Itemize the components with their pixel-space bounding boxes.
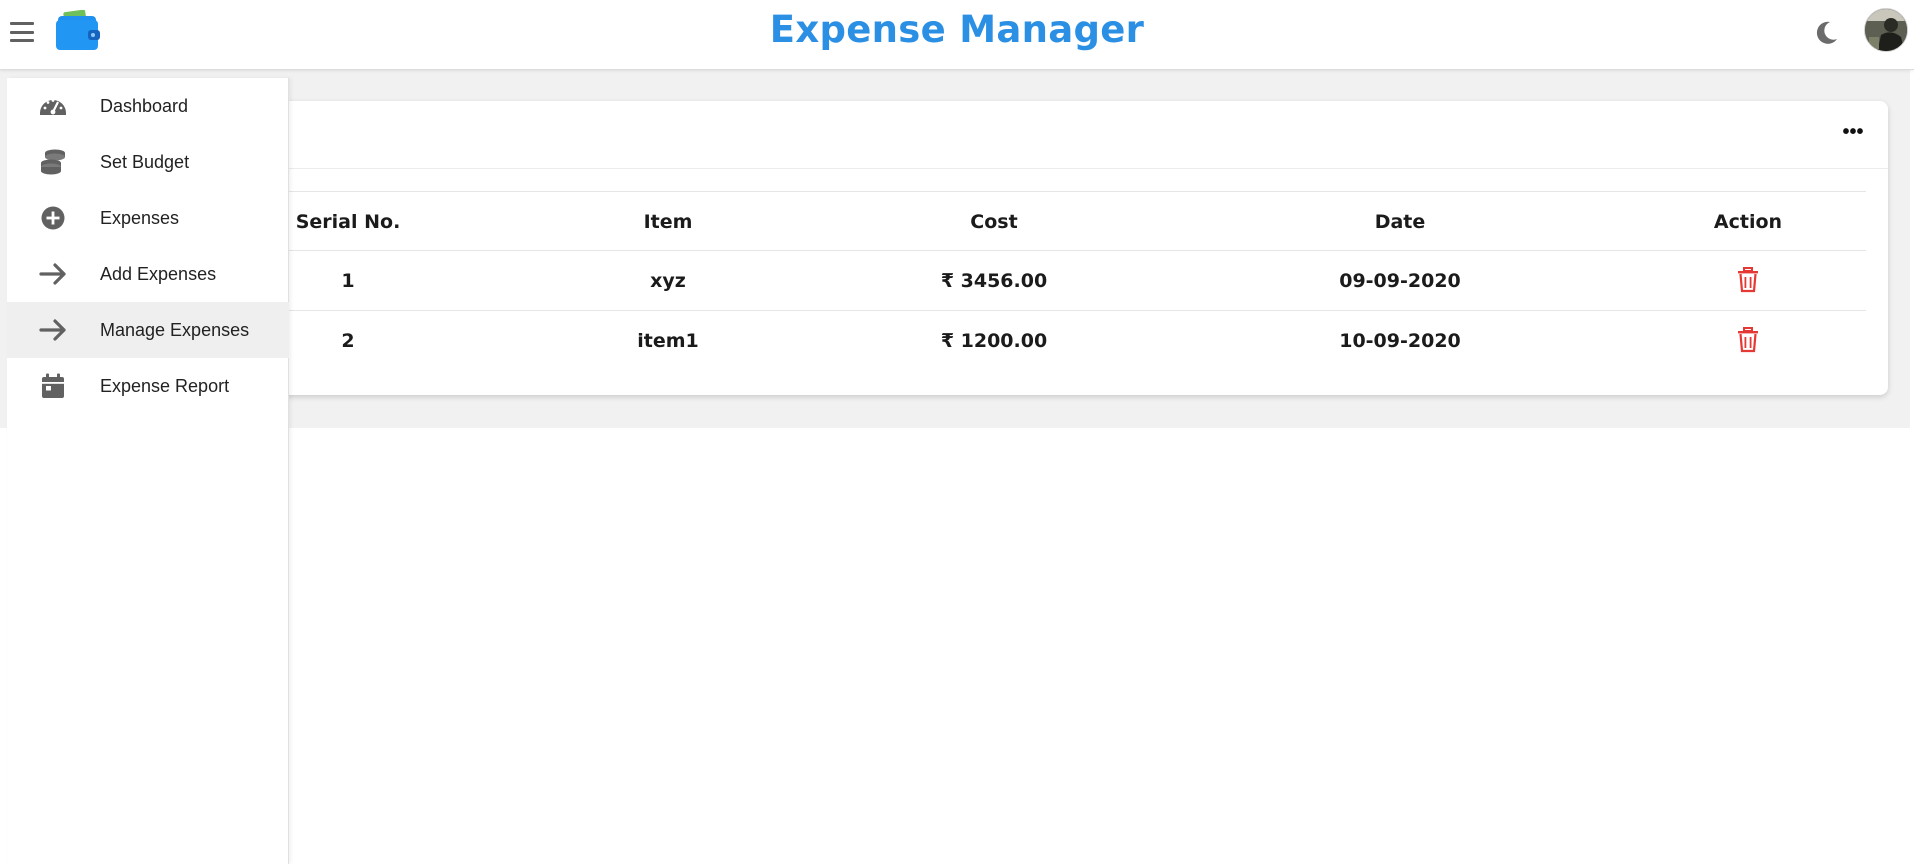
cell-date: 10-09-2020 [1339, 330, 1461, 352]
column-header-date: Date [1374, 211, 1426, 233]
sidebar-item-set-budget[interactable]: Set Budget [7, 134, 289, 190]
more-horizontal-icon[interactable]: ••• [1840, 122, 1866, 147]
card-header: ••• [110, 101, 1888, 169]
sidebar-item-label: Expenses [100, 208, 180, 228]
sidebar-item-dashboard[interactable]: Dashboard [7, 78, 289, 134]
table-row: 1 xyz ₹ 3456.00 09-09-2020 [132, 251, 1866, 311]
column-header-serial: Serial No. [295, 211, 401, 233]
plus-circle-icon [41, 206, 65, 230]
sidebar-item-expense-report[interactable]: Expense Report [7, 358, 289, 414]
cell-serial: 2 [341, 330, 355, 352]
app-title: Expense Manager [769, 8, 1145, 51]
table-header-row: Serial No. Item Cost Date Action [132, 191, 1866, 251]
column-header-cost: Cost [970, 211, 1018, 233]
arrow-right-icon [39, 263, 66, 285]
table-row: 2 item1 ₹ 1200.00 10-09-2020 [132, 311, 1866, 371]
column-header-item: Item [643, 211, 693, 233]
trash-icon[interactable] [1737, 266, 1759, 293]
cell-date: 09-09-2020 [1339, 270, 1461, 292]
cell-action [1737, 251, 1759, 311]
moon-icon[interactable] [1812, 19, 1840, 47]
coins-stack-icon [41, 149, 65, 175]
sidebar-item-manage-expenses[interactable]: Manage Expenses [7, 302, 289, 358]
cell-action [1737, 311, 1759, 371]
cell-serial: 1 [341, 270, 355, 292]
sidebar-item-label: Manage Expenses [100, 320, 250, 340]
expenses-card: ••• Serial No. Item Cost Date Action 1 x… [110, 101, 1888, 395]
trash-icon[interactable] [1737, 326, 1759, 353]
cell-cost: ₹ 3456.00 [940, 270, 1048, 292]
arrow-right-icon [39, 319, 66, 341]
expenses-table: Serial No. Item Cost Date Action 1 xyz ₹… [132, 191, 1866, 371]
speedometer-icon [40, 99, 66, 115]
sidebar-item-add-expenses[interactable]: Add Expenses [7, 246, 289, 302]
cell-item: xyz [650, 270, 686, 292]
top-app-bar: Expense Manager [0, 0, 1914, 70]
sidebar-drawer: Dashboard Set Budget Expenses Add Expens… [7, 78, 289, 864]
sidebar-item-label: Dashboard [100, 96, 189, 116]
sidebar-item-label: Set Budget [100, 152, 190, 172]
sidebar-item-label: Add Expenses [100, 264, 217, 284]
sidebar-item-label: Expense Report [100, 376, 230, 396]
user-avatar[interactable] [1864, 8, 1908, 52]
sidebar-item-expenses[interactable]: Expenses [7, 190, 289, 246]
cell-cost: ₹ 1200.00 [940, 330, 1048, 352]
cell-item: item1 [637, 330, 699, 352]
column-header-action: Action [1713, 211, 1783, 233]
calendar-icon [42, 373, 64, 398]
